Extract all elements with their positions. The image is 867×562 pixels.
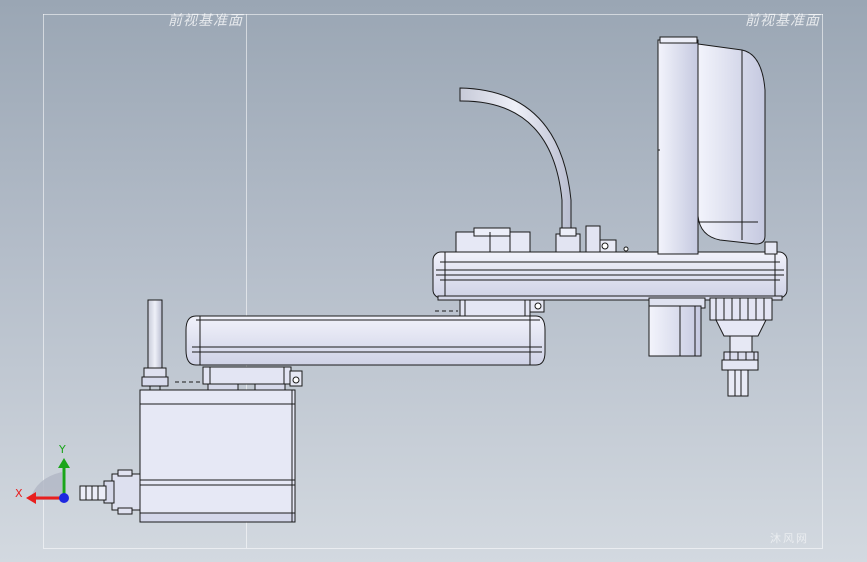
base-cable-pipe[interactable]: [141, 299, 169, 390]
end-effector-shaft[interactable]: [721, 359, 759, 397]
z-motor[interactable]: [648, 297, 706, 357]
axis-triad: [26, 458, 70, 504]
triad-x-label: X: [15, 487, 23, 500]
base-connector[interactable]: [79, 469, 141, 515]
joint-1-collar[interactable]: [175, 366, 303, 391]
z-axis-column[interactable]: [657, 36, 778, 255]
joint-2-top-cap[interactable]: [455, 227, 531, 253]
arm-1[interactable]: [185, 315, 546, 366]
arm-2[interactable]: [432, 251, 788, 301]
x-axis-arrowhead: [26, 492, 36, 504]
ball-screw-spline[interactable]: [709, 297, 773, 361]
z-axis-dot: [59, 493, 69, 503]
cad-viewport[interactable]: 前视基准面 前视基准面 沐风网 X Y: [0, 0, 867, 562]
arm-2-cable[interactable]: [459, 87, 572, 229]
robot-base[interactable]: [139, 389, 296, 523]
cable-fittings[interactable]: [555, 225, 629, 253]
scara-robot-model[interactable]: [0, 0, 867, 562]
joint-2-housing[interactable]: [435, 298, 545, 317]
y-axis-arrowhead: [58, 458, 70, 468]
triad-y-label: Y: [59, 443, 66, 456]
